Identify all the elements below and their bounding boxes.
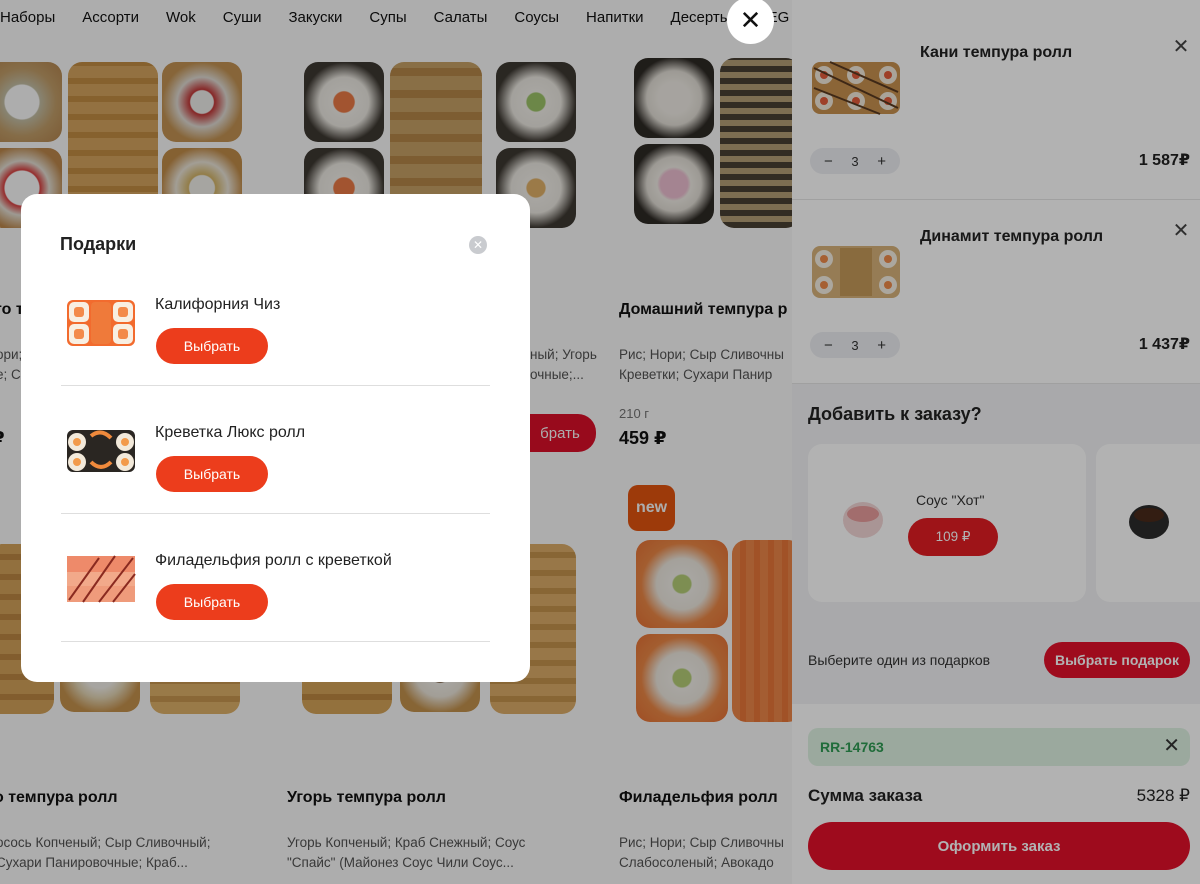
modal-close-icon[interactable]: ✕ — [469, 236, 487, 254]
pick-gift-button[interactable]: Выбрать — [156, 456, 268, 492]
gift-image — [67, 430, 135, 472]
pick-gift-button[interactable]: Выбрать — [156, 584, 268, 620]
gift-name: Креветка Люкс ролл — [155, 424, 306, 441]
gift-name: Калифорния Чиз — [155, 296, 281, 313]
gift-image — [67, 300, 135, 346]
gift-item: Калифорния Чиз Выбрать — [61, 258, 490, 386]
gift-item: Креветка Люкс ролл Выбрать — [61, 386, 490, 514]
cart-drawer: Кани темпура ролл ✕ − 3 + 1 587₽ Динамит… — [792, 0, 1200, 884]
gifts-modal: Подарки ✕ Калифорния Чиз Выбрать Креветк… — [21, 194, 530, 682]
pick-gift-button[interactable]: Выбрать — [156, 328, 268, 364]
gift-name: Филадельфия ролл с креветкой — [155, 552, 392, 569]
gift-image — [67, 555, 136, 603]
close-icon: ✕ — [739, 5, 762, 35]
modal-title: Подарки — [60, 234, 137, 254]
drawer-overlay — [792, 0, 1200, 884]
gift-item: Филадельфия ролл с креветкой Выбрать — [61, 514, 490, 642]
